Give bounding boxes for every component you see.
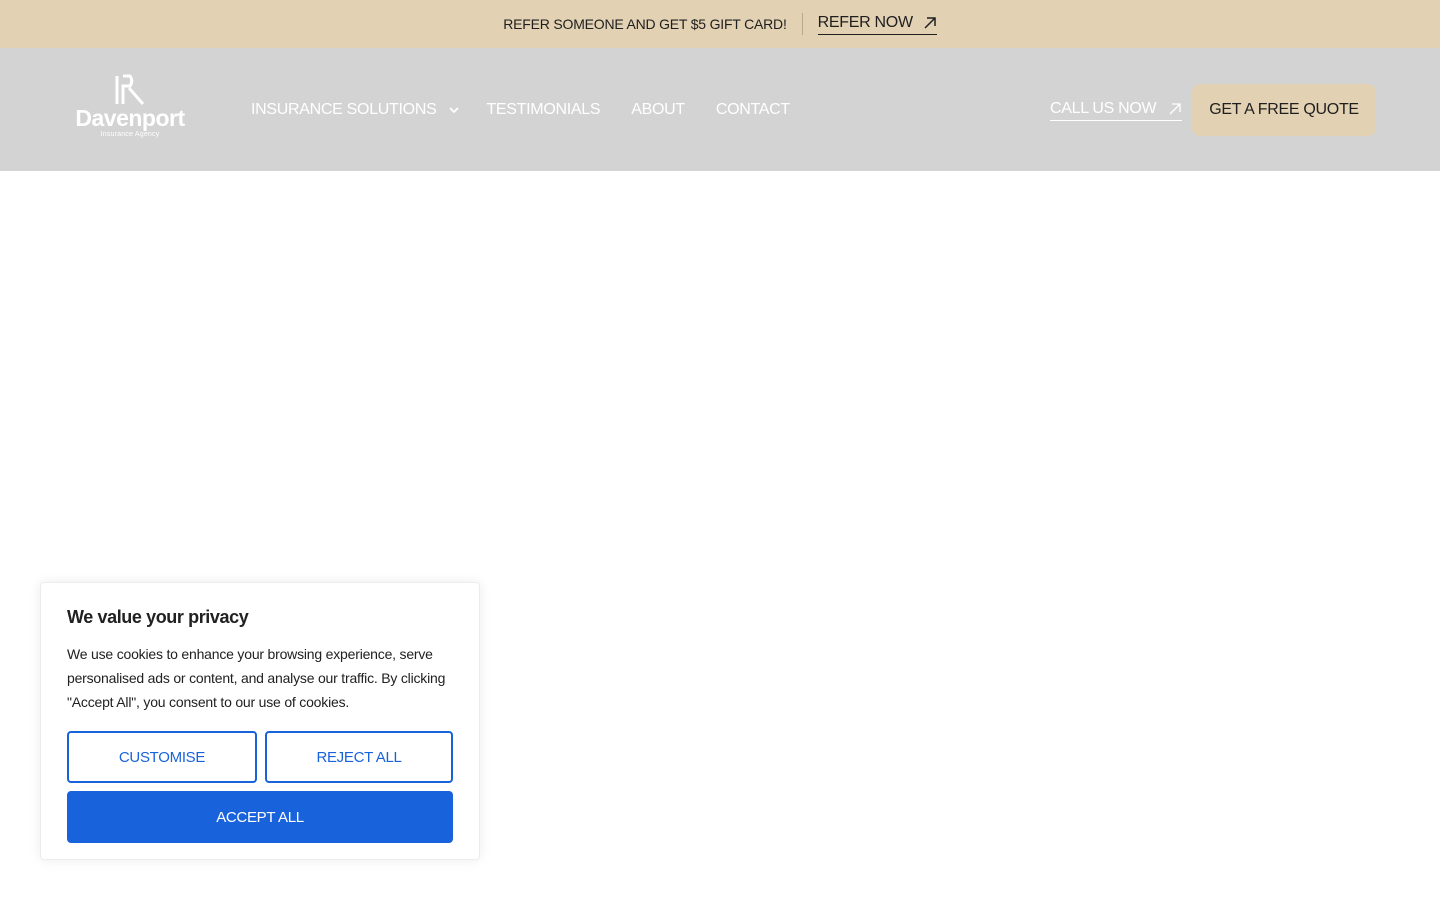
logo-subtitle: Insurance Agency xyxy=(100,131,160,138)
logo[interactable]: Davenport Insurance Agency xyxy=(74,74,186,146)
refer-now-link[interactable]: REFER NOW xyxy=(817,13,937,35)
call-us-now-label: CALL US NOW xyxy=(1050,100,1157,117)
main-nav: INSURANCE SOLUTIONS TESTIMONIALS ABOUT C… xyxy=(251,48,821,171)
cookie-button-row: CUSTOMISE REJECT ALL xyxy=(67,731,453,783)
accept-all-button[interactable]: ACCEPT ALL xyxy=(67,791,453,843)
promo-divider xyxy=(801,13,803,35)
customise-button[interactable]: CUSTOMISE xyxy=(67,731,257,783)
refer-now-label: REFER NOW xyxy=(817,13,913,31)
arrow-up-right-icon xyxy=(924,16,936,29)
reject-all-button[interactable]: REJECT ALL xyxy=(265,731,453,783)
logo-name: Davenport xyxy=(75,105,185,131)
nav-label: INSURANCE SOLUTIONS xyxy=(251,100,437,118)
arrow-up-right-icon xyxy=(1169,103,1182,115)
get-free-quote-button[interactable]: GET A FREE QUOTE xyxy=(1192,84,1376,136)
nav-insurance-solutions[interactable]: INSURANCE SOLUTIONS xyxy=(251,100,460,119)
nav-label: TESTIMONIALS xyxy=(486,100,601,118)
chevron-down-icon xyxy=(449,106,460,113)
call-us-now-link[interactable]: CALL US NOW xyxy=(1050,100,1183,121)
promo-text: REFER SOMEONE AND GET $5 GIFT CARD! xyxy=(503,16,787,32)
site-header: Davenport Insurance Agency INSURANCE SOL… xyxy=(0,48,1440,171)
cookie-title: We value your privacy xyxy=(67,607,249,627)
nav-about[interactable]: ABOUT xyxy=(631,101,685,119)
nav-label: CONTACT xyxy=(715,100,790,118)
logo-mark-icon xyxy=(115,74,145,105)
cookie-description: We use cookies to enhance your browsing … xyxy=(67,646,446,710)
cookie-consent-panel: We value your privacy We use cookies to … xyxy=(40,582,480,860)
promo-bar: REFER SOMEONE AND GET $5 GIFT CARD! REFE… xyxy=(0,0,1440,48)
nav-testimonials[interactable]: TESTIMONIALS xyxy=(486,101,600,119)
nav-contact[interactable]: CONTACT xyxy=(716,101,790,119)
nav-label: ABOUT xyxy=(631,100,685,118)
